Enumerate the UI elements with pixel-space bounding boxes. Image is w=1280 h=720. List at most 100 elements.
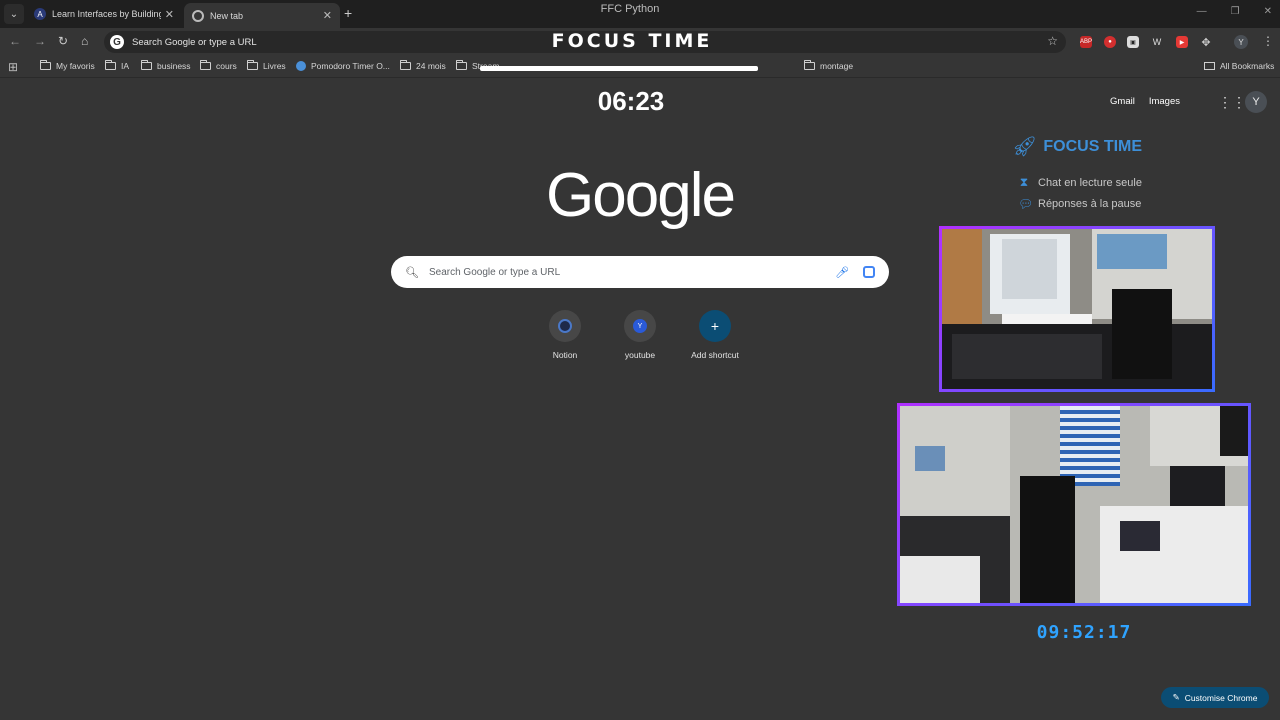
- reload-icon[interactable]: ↻: [58, 34, 68, 48]
- chrome-icon: [192, 9, 204, 22]
- window-controls: — ❐ ✕: [1197, 6, 1272, 17]
- customize-chrome-button[interactable]: ✎ Customise Chrome: [1161, 687, 1269, 708]
- focus-row-replies: 💬︎ Réponses à la pause: [1018, 197, 1141, 211]
- bookmark-24-mois[interactable]: 24 mois: [400, 60, 446, 71]
- extension-square-icon[interactable]: ▣: [1127, 36, 1139, 48]
- bookmark-overlay-bar: [480, 66, 758, 71]
- wikipedia-icon[interactable]: W: [1151, 36, 1163, 48]
- bookmark-star-icon[interactable]: ☆: [1047, 34, 1058, 48]
- shortcut-add[interactable]: + Add shortcut: [680, 310, 750, 360]
- apps-grid-icon[interactable]: ⊞: [8, 60, 18, 74]
- bookmark-cours[interactable]: cours: [200, 60, 237, 71]
- shortcut-label: Notion: [552, 350, 578, 360]
- bookmark-livres[interactable]: Livres: [247, 60, 286, 71]
- omnibox-text: Search Google or type a URL: [132, 36, 257, 48]
- google-g-icon: G: [110, 35, 124, 49]
- bookmark-label: Livres: [263, 61, 286, 71]
- search-icon: 🔍︎: [405, 266, 419, 279]
- webcam-feed-2: [897, 403, 1251, 606]
- search-box[interactable]: 🔍︎ Search Google or type a URL 🎤︎: [391, 256, 889, 288]
- customize-label: Customise Chrome: [1184, 692, 1258, 703]
- webcam-image-2: [900, 406, 1248, 603]
- extensions-puzzle-icon[interactable]: ✥: [1200, 36, 1212, 49]
- notion-icon: [558, 319, 572, 333]
- folder-icon: [400, 60, 411, 70]
- new-tab-button[interactable]: +: [344, 5, 352, 21]
- shortcut-label: youtube: [624, 350, 656, 360]
- folder-icon: [105, 60, 116, 70]
- shortcut-label: Add shortcut: [691, 350, 739, 360]
- tab-learn-interfaces[interactable]: A Learn Interfaces by Building an ✕: [26, 2, 182, 26]
- folder-icon: [1204, 62, 1215, 70]
- close-icon[interactable]: ✕: [323, 9, 332, 22]
- focus-row-chat: ⧗ Chat en lecture seule: [1018, 175, 1142, 190]
- tab-title: Learn Interfaces by Building an: [52, 9, 161, 19]
- close-window-icon[interactable]: ✕: [1264, 6, 1272, 17]
- extension-red-icon[interactable]: ●: [1104, 36, 1116, 48]
- profile-icon[interactable]: Y: [1234, 35, 1248, 49]
- tab-search-icon[interactable]: ⌄: [4, 4, 24, 24]
- extension-play-icon[interactable]: ▶: [1176, 36, 1188, 48]
- minimize-icon[interactable]: —: [1197, 6, 1207, 17]
- home-icon[interactable]: ⌂: [81, 34, 88, 48]
- rocket-icon: 🚀︎: [1012, 136, 1038, 158]
- folder-icon: [141, 60, 152, 70]
- bookmark-label: montage: [820, 61, 854, 71]
- folder-icon: [247, 60, 258, 70]
- youtube-avatar-icon: Y: [633, 319, 647, 333]
- adblock-icon[interactable]: ABP: [1080, 36, 1092, 48]
- bookmark-label: IA: [121, 61, 130, 71]
- folder-icon: [804, 60, 815, 70]
- bookmark-label: cours: [216, 61, 237, 71]
- account-avatar[interactable]: Y: [1245, 91, 1267, 113]
- bookmark-my-favoris[interactable]: My favoris: [40, 60, 95, 71]
- focus-row-label: Chat en lecture seule: [1038, 176, 1142, 189]
- close-icon[interactable]: ✕: [165, 8, 174, 21]
- bookmark-pomodoro[interactable]: Pomodoro Timer O...: [296, 61, 390, 71]
- tab-new-tab[interactable]: New tab ✕: [184, 3, 340, 28]
- bookmark-business[interactable]: business: [141, 60, 191, 71]
- lens-icon[interactable]: [863, 266, 875, 278]
- tab-favicon: A: [34, 8, 46, 20]
- folder-icon: [40, 60, 51, 70]
- tab-strip: ⌄ A Learn Interfaces by Building an ✕ Ne…: [0, 0, 1280, 28]
- pomodoro-icon: [296, 61, 306, 71]
- hourglass-icon: ⧗: [1019, 175, 1029, 189]
- window-title: FFC Python: [600, 3, 660, 15]
- overlay-timer: 06:23: [597, 86, 665, 116]
- microphone-icon[interactable]: 🎤︎: [835, 266, 849, 279]
- shortcut-youtube[interactable]: Y youtube: [605, 310, 675, 360]
- browser-window: ⌄ A Learn Interfaces by Building an ✕ Ne…: [0, 0, 1280, 720]
- focus-panel-title: 🚀︎ FOCUS TIME: [1012, 134, 1142, 159]
- webcam-image-1: [942, 229, 1212, 389]
- menu-kebab-icon[interactable]: ⋮: [1262, 34, 1274, 48]
- tab-title: New tab: [210, 10, 244, 21]
- bookmark-label: Pomodoro Timer O...: [311, 61, 390, 71]
- add-icon: +: [699, 310, 731, 342]
- bookmark-label: 24 mois: [416, 61, 446, 71]
- shortcut-circle: [549, 310, 581, 342]
- top-links: Gmail Images: [1110, 96, 1180, 107]
- pencil-icon: ✎: [1172, 692, 1180, 702]
- chat-bubble-icon: 💬︎: [1018, 197, 1034, 211]
- all-bookmarks-label: All Bookmarks: [1220, 61, 1275, 71]
- focus-row-label: Réponses à la pause: [1038, 198, 1142, 210]
- back-icon[interactable]: ←: [9, 34, 21, 48]
- all-bookmarks[interactable]: All Bookmarks: [1204, 61, 1274, 71]
- forward-icon[interactable]: →: [34, 34, 46, 48]
- gmail-link[interactable]: Gmail: [1110, 96, 1135, 107]
- focus-time-banner: FOCUS TIME: [551, 30, 713, 52]
- focus-title-text: FOCUS TIME: [1043, 137, 1143, 155]
- restore-icon[interactable]: ❐: [1231, 6, 1240, 17]
- shortcut-notion[interactable]: Notion: [530, 310, 600, 360]
- folder-icon: [456, 60, 467, 70]
- search-placeholder: Search Google or type a URL: [428, 266, 561, 278]
- shortcut-circle: Y: [624, 310, 656, 342]
- images-link[interactable]: Images: [1149, 96, 1180, 107]
- bookmark-montage[interactable]: montage: [804, 60, 854, 71]
- bookmark-label: business: [157, 61, 191, 71]
- focus-clock: 09:52:17: [1036, 622, 1132, 643]
- bookmark-label: My favoris: [56, 61, 95, 71]
- folder-icon: [200, 60, 211, 70]
- bookmark-ia[interactable]: IA: [105, 60, 130, 71]
